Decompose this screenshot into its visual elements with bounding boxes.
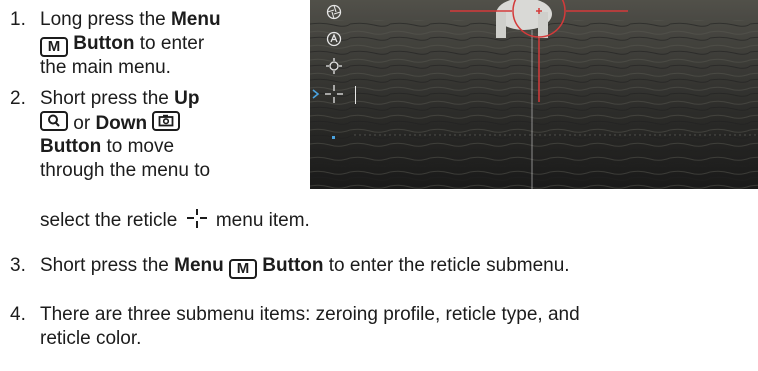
step-bold: Button — [257, 255, 324, 276]
step-text: Short press the — [40, 88, 175, 109]
step-text: to enter — [134, 33, 205, 54]
thermal-viewer-image — [310, 0, 758, 189]
reticle-icon — [325, 85, 343, 103]
auto-mode-icon — [326, 31, 342, 47]
selection-arrow-icon — [312, 89, 320, 99]
step-number: 2. — [10, 88, 26, 109]
step-bold: Button — [40, 136, 102, 157]
step-text: to move — [101, 136, 175, 157]
step-text: select the reticle — [40, 210, 183, 231]
step-text: There are three submenu items: zeroing p… — [40, 304, 580, 325]
step-text: Short press the — [40, 255, 175, 276]
step-number: 1. — [10, 9, 26, 30]
menu-divider — [355, 86, 356, 104]
step-text: to enter the reticle submenu. — [323, 255, 570, 276]
step-2-continued: select the reticle menu item. — [40, 207, 310, 236]
step-bold: Button — [68, 33, 135, 54]
brightness-icon — [326, 58, 342, 74]
aperture-icon — [326, 4, 342, 20]
camera-key-icon — [152, 111, 181, 131]
m-key-icon: M — [229, 259, 258, 279]
step-bold: Up — [174, 88, 200, 109]
step-text: reticle color. — [40, 328, 142, 349]
step-text: Long press the — [40, 9, 171, 30]
step-bold: Down — [95, 113, 148, 134]
step-text: the main menu. — [40, 57, 171, 78]
magnifier-key-icon — [40, 111, 68, 131]
step-text: through the menu to — [40, 160, 211, 181]
step-text: menu item. — [210, 210, 310, 231]
dot-indicator-icon — [332, 136, 335, 139]
viewer-menu-sidebar — [310, 0, 358, 189]
reticle-icon — [185, 207, 209, 236]
step-number: 3. — [10, 255, 26, 276]
step-bold: Menu — [170, 9, 221, 30]
step-text: or — [68, 113, 96, 134]
m-key-icon: M — [40, 37, 68, 57]
step-number: 4. — [10, 304, 26, 325]
step-bold: Menu — [174, 255, 224, 276]
